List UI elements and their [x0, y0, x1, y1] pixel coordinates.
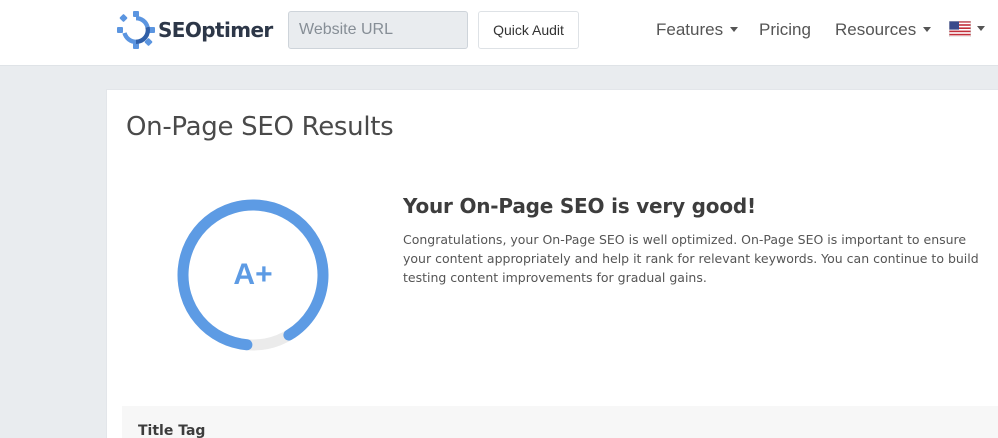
- logo-text: SEOptimer: [158, 18, 273, 42]
- nav-pricing-label: Pricing: [759, 20, 811, 39]
- section-title: Title Tag: [138, 423, 206, 438]
- nav-pricing[interactable]: Pricing: [759, 20, 811, 40]
- caret-down-icon: [923, 27, 932, 33]
- description-line: your content appropriately and help it r…: [403, 251, 979, 266]
- us-flag-icon: [949, 21, 971, 37]
- logo-gear-icon: [117, 11, 155, 49]
- quick-audit-button[interactable]: Quick Audit: [478, 11, 579, 49]
- caret-down-icon: [730, 27, 739, 33]
- nav-resources-label: Resources: [835, 20, 917, 39]
- top-navbar: SEOptimer Quick Audit Features Pricing R…: [0, 0, 998, 66]
- nav-resources[interactable]: Resources: [835, 20, 932, 40]
- description-line: testing content improvements for gradual…: [403, 270, 707, 285]
- score-gauge: A+: [175, 197, 331, 353]
- result-description: Congratulations, your On-Page SEO is wel…: [403, 230, 998, 287]
- seoptimer-logo[interactable]: SEOptimer: [116, 10, 273, 50]
- description-line: Congratulations, your On-Page SEO is wel…: [403, 232, 967, 247]
- nav-features[interactable]: Features: [656, 20, 739, 40]
- result-headline: Your On-Page SEO is very good!: [403, 194, 756, 218]
- page-title: On-Page SEO Results: [126, 112, 394, 142]
- title-tag-section-header: Title Tag: [122, 406, 998, 438]
- caret-down-icon: [977, 25, 985, 31]
- nav-features-label: Features: [656, 20, 724, 39]
- website-url-input[interactable]: [288, 11, 468, 49]
- language-selector[interactable]: [949, 21, 985, 37]
- results-card: On-Page SEO Results A+ Your On-Page SEO …: [106, 89, 998, 438]
- grade-label: A+: [233, 258, 273, 291]
